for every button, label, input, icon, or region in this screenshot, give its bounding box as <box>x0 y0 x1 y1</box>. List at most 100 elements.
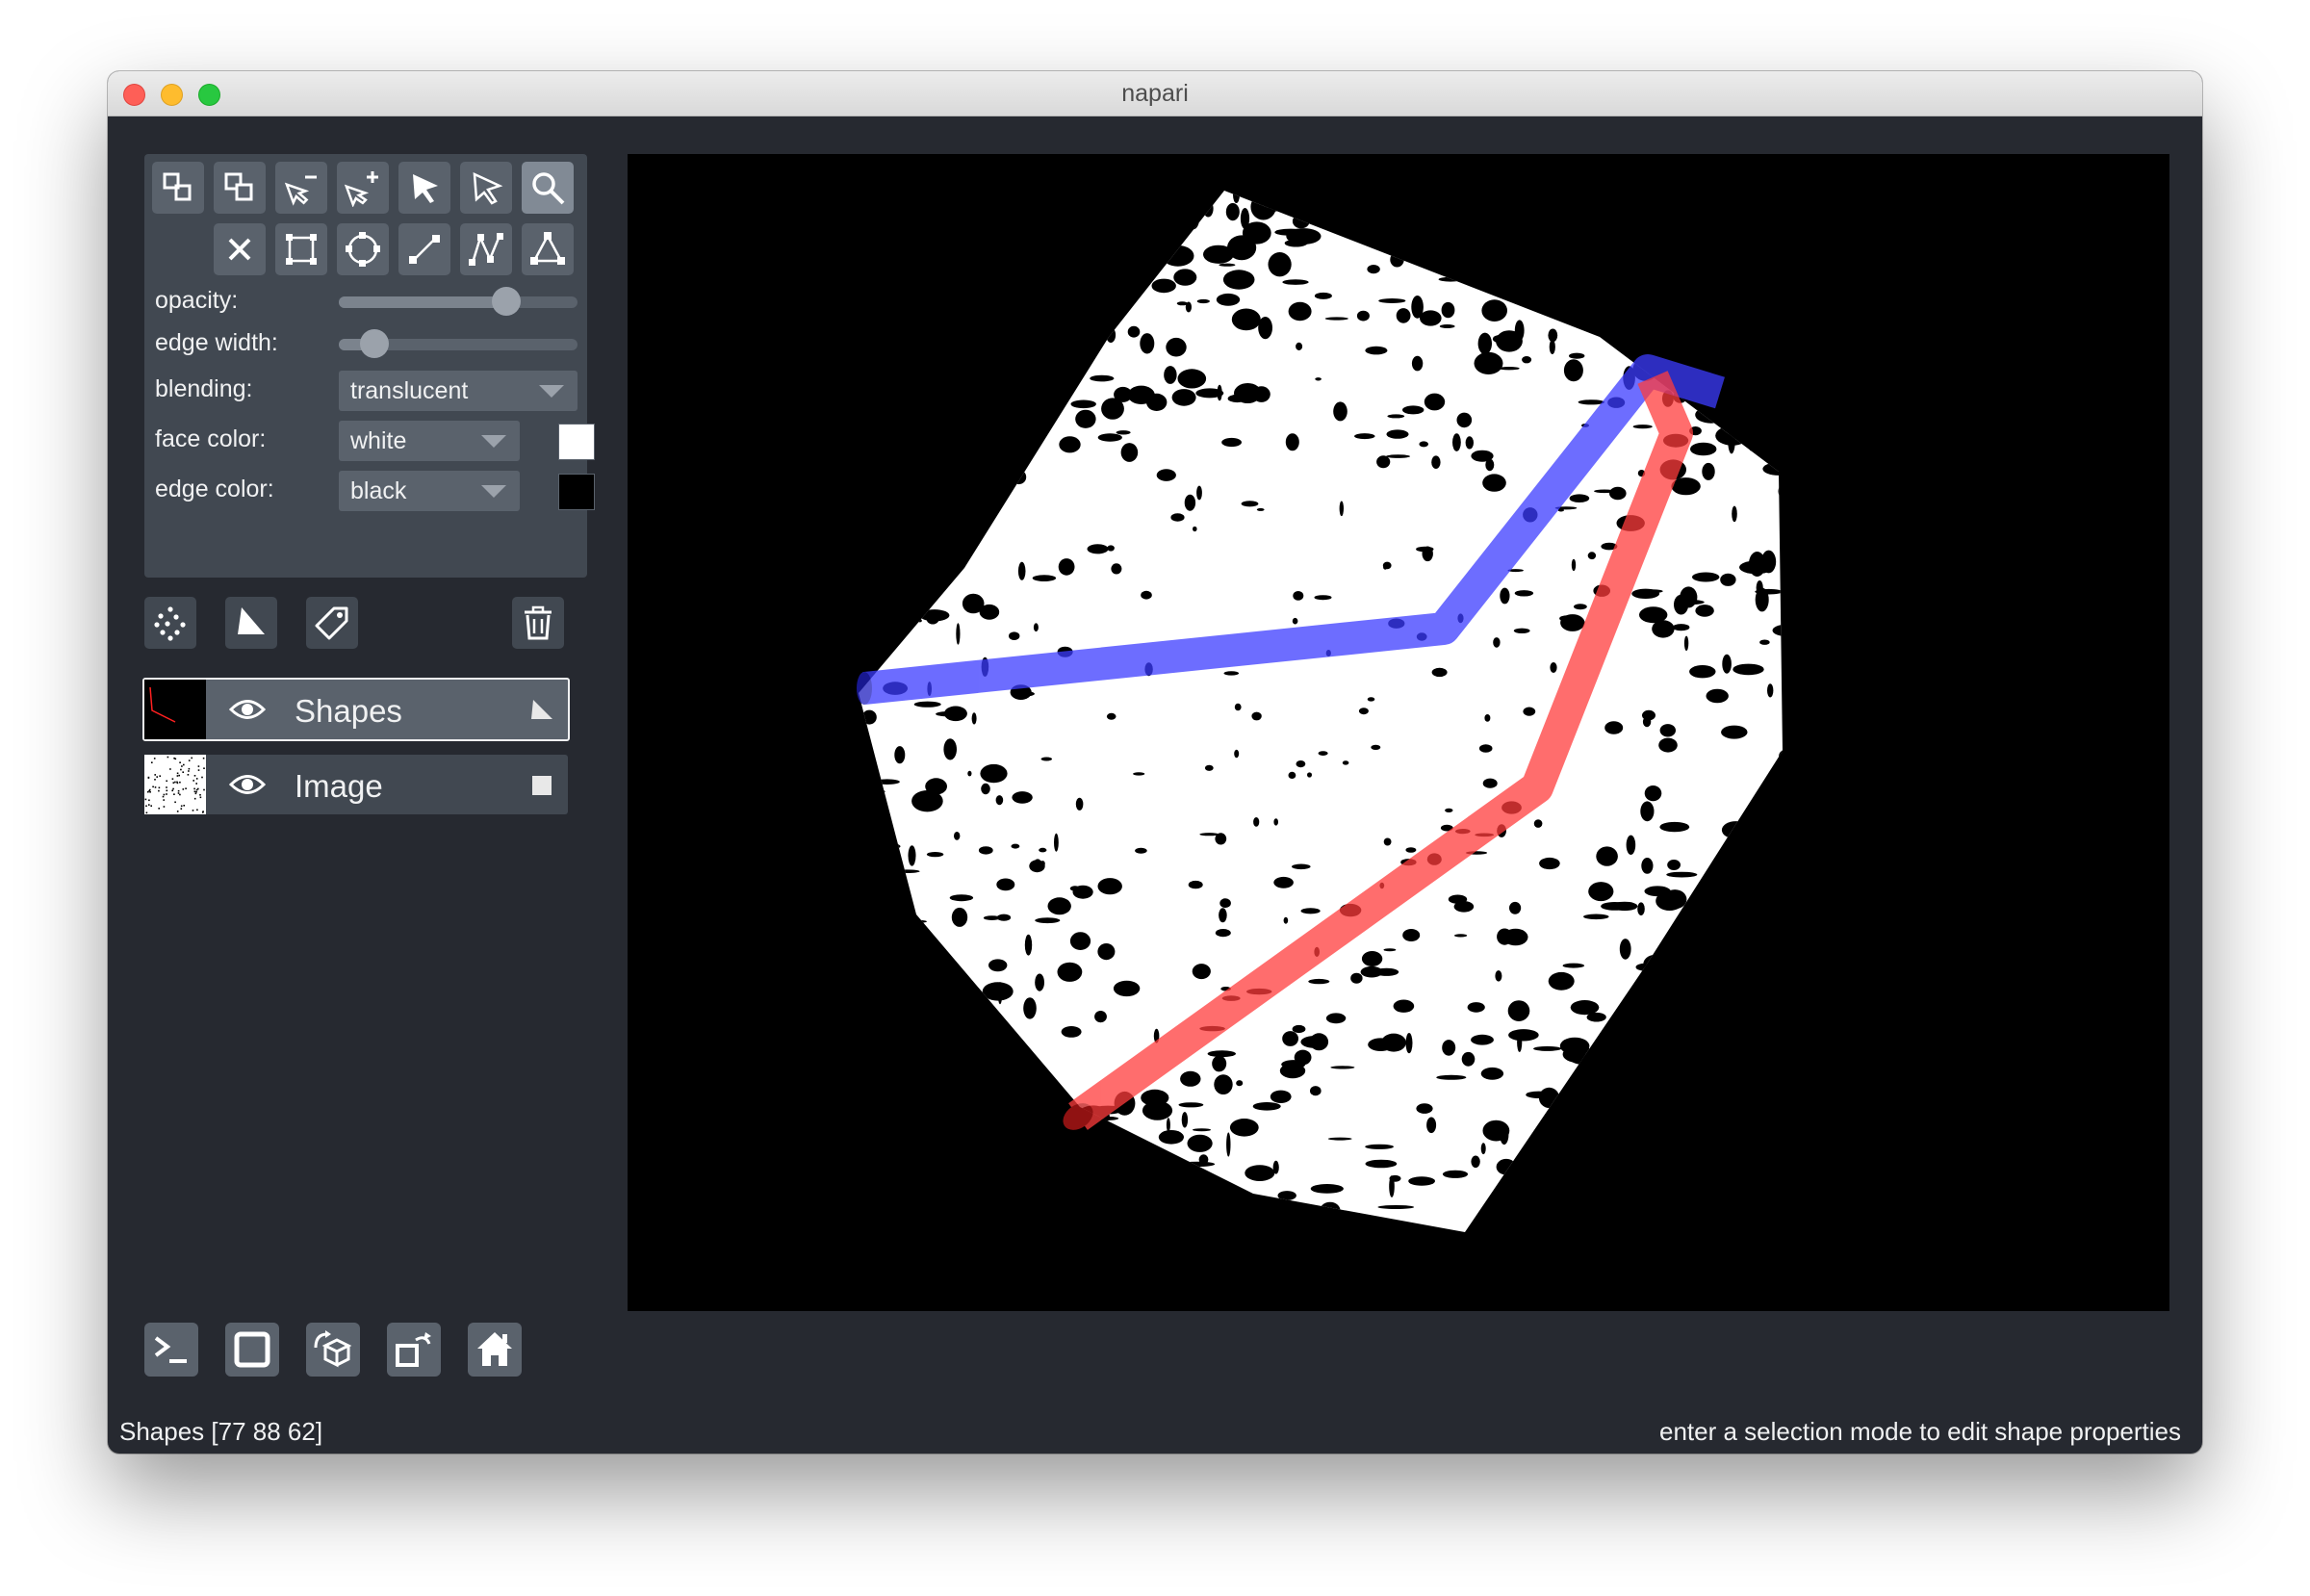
image-texture-spot <box>1010 1132 1032 1159</box>
image-texture-spot <box>872 884 891 889</box>
layer-item-shapes[interactable]: Shapes <box>142 678 570 741</box>
image-texture-spot <box>943 738 957 760</box>
image-texture-spot <box>1441 301 1455 319</box>
image-texture-spot <box>971 712 977 725</box>
face-color-dropdown[interactable]: white <box>339 421 520 461</box>
face-color-swatch[interactable] <box>558 424 595 460</box>
image-texture-spot <box>931 500 962 518</box>
image-texture-spot <box>1562 283 1598 293</box>
image-texture-spot <box>859 213 862 228</box>
image-texture-spot <box>1465 436 1474 450</box>
image-texture-spot <box>1663 1194 1676 1198</box>
line-button[interactable] <box>398 223 450 275</box>
image-texture-spot <box>1638 1094 1654 1114</box>
new-shapes-button[interactable] <box>225 597 277 649</box>
roll-dimensions-button[interactable] <box>306 1323 360 1377</box>
image-texture-spot <box>1047 897 1071 915</box>
image-texture-spot <box>962 437 967 446</box>
image-texture-spot <box>1575 1171 1592 1184</box>
select-button[interactable] <box>398 162 450 214</box>
image-texture-spot <box>1315 377 1322 381</box>
edge-width-slider[interactable] <box>339 329 578 358</box>
image-texture-spot <box>944 387 968 396</box>
edge-color-swatch[interactable] <box>558 474 595 510</box>
edge-width-slider-handle[interactable] <box>360 329 390 358</box>
image-texture-spot <box>896 1117 924 1129</box>
layer-name-shapes[interactable]: Shapes <box>295 693 402 730</box>
image-texture-spot <box>1097 943 1116 961</box>
zoom-button[interactable] <box>522 162 574 214</box>
image-texture-spot <box>1288 301 1312 322</box>
image-texture-spot <box>1193 526 1197 532</box>
thumbnail-texture-dot <box>176 811 179 812</box>
thumbnail-texture-dot <box>195 790 197 793</box>
polygon-button[interactable] <box>522 223 574 275</box>
visibility-eye-icon[interactable] <box>229 695 266 724</box>
delete-shape-button[interactable] <box>214 223 266 275</box>
image-texture-spot <box>1722 654 1732 674</box>
delete-layer-button[interactable] <box>512 597 564 649</box>
image-texture-spot <box>1740 351 1748 374</box>
image-texture-spot <box>1206 1196 1218 1218</box>
ellipse-button[interactable] <box>337 223 389 275</box>
image-texture-spot <box>1241 501 1259 507</box>
transpose-dimensions-button[interactable] <box>387 1323 441 1377</box>
path-button[interactable] <box>460 223 512 275</box>
image-texture-spot <box>1116 1228 1142 1232</box>
image-texture-spot <box>1730 846 1743 857</box>
image-texture-spot <box>1431 667 1448 678</box>
image-texture-spot <box>1227 394 1247 403</box>
image-texture-spot <box>1563 359 1583 382</box>
image-texture-spot <box>1632 425 1653 429</box>
new-points-button[interactable] <box>144 597 196 649</box>
image-texture-spot <box>859 239 883 261</box>
opacity-slider[interactable] <box>339 287 578 316</box>
add-vertex-icon <box>344 171 378 207</box>
move-back-button[interactable] <box>152 162 204 214</box>
image-texture-spot <box>954 1141 985 1169</box>
blending-dropdown[interactable]: translucent <box>339 371 578 411</box>
thumbnail-texture-dot <box>188 759 191 761</box>
layer-item-image[interactable]: Image <box>144 755 568 814</box>
image-texture-spot <box>1478 744 1493 753</box>
image-texture-spot <box>1024 1193 1054 1214</box>
image-texture-spot <box>1513 628 1530 633</box>
image-texture-spot <box>1661 1086 1689 1107</box>
new-shapes-icon <box>238 607 265 634</box>
image-texture-spot <box>1364 191 1399 193</box>
image-texture-spot <box>1574 604 1587 610</box>
edge-color-value: black <box>350 477 407 504</box>
add-vertex-button[interactable] <box>337 162 389 214</box>
opacity-slider-handle[interactable] <box>491 287 521 316</box>
move-front-button[interactable] <box>214 162 266 214</box>
image-texture-spot <box>971 449 990 457</box>
edge-color-dropdown[interactable]: black <box>339 471 520 511</box>
image-texture-spot <box>886 287 921 309</box>
image-texture-spot <box>1365 346 1388 355</box>
image-texture-spot <box>1378 298 1406 303</box>
image-texture-spot <box>1025 1063 1035 1075</box>
rectangle-button[interactable] <box>275 223 327 275</box>
layer-name-image[interactable]: Image <box>295 768 383 805</box>
viewer-canvas[interactable] <box>628 154 2169 1311</box>
image-texture-spot <box>1693 286 1701 296</box>
image-texture-spot <box>1035 370 1046 385</box>
image-texture-spot <box>1069 932 1091 950</box>
console-button[interactable] <box>144 1323 198 1377</box>
direct-select-button[interactable] <box>460 162 512 214</box>
visibility-eye-icon[interactable] <box>229 770 266 799</box>
image-texture-spot <box>1101 1197 1138 1209</box>
image-texture-spot <box>978 846 993 855</box>
image-texture-spot <box>872 907 905 915</box>
ndisplay-icon <box>234 1331 270 1368</box>
new-labels-button[interactable] <box>306 597 358 649</box>
image-texture-spot <box>1709 1236 1743 1244</box>
thumbnail-texture-dot <box>179 761 181 763</box>
image-texture-spot <box>918 1152 934 1177</box>
home-button[interactable] <box>468 1323 522 1377</box>
thumbnail-texture-dot <box>193 790 196 793</box>
image-texture-spot <box>1439 324 1455 328</box>
remove-vertex-button[interactable] <box>275 162 327 214</box>
image-texture-spot <box>913 701 941 708</box>
ndisplay-button[interactable] <box>225 1323 279 1377</box>
